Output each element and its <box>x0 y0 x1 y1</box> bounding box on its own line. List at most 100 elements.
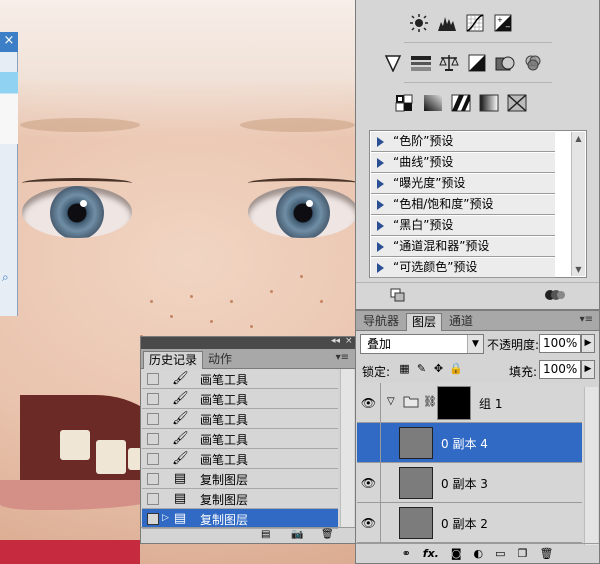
fill-slider-toggle[interactable]: ▶ <box>581 360 595 379</box>
trash-icon[interactable]: 🗑 <box>321 529 334 540</box>
history-item-selected[interactable]: ▷ ▤ 复制图层 <box>142 509 338 529</box>
clip-to-layer-icon[interactable] <box>390 288 406 305</box>
expand-arrow-icon[interactable] <box>377 158 384 168</box>
layer-group-row[interactable]: 👁 ▽ ⛓ 组 1 <box>357 383 582 423</box>
layer-style-icon[interactable]: fx. <box>423 547 439 560</box>
lock-image-icon[interactable]: ✎ <box>415 362 428 375</box>
close-icon[interactable]: × <box>345 336 353 346</box>
posterize-icon[interactable] <box>422 92 444 114</box>
adjustment-layer-icon[interactable]: ◐ <box>474 547 484 560</box>
snapshot-checkbox[interactable] <box>147 433 159 445</box>
chevron-down-icon[interactable]: ▼ <box>467 335 483 353</box>
history-titlebar[interactable]: ◂◂ × <box>141 336 355 349</box>
blend-mode-select[interactable]: 叠加 ▼ <box>360 334 484 354</box>
history-tab-bar: 历史记录 动作 ▾≡ <box>141 349 355 369</box>
lock-all-icon[interactable]: 🔒 <box>449 362 463 375</box>
history-item[interactable]: 🖌 画笔工具 <box>142 369 338 389</box>
photo-filter-icon[interactable] <box>494 52 516 74</box>
tab-navigator[interactable]: 导航器 <box>358 313 404 331</box>
tab-history[interactable]: 历史记录 <box>143 351 204 369</box>
layer-row-selected[interactable]: 0 副本 4 <box>357 423 582 463</box>
layer-row[interactable]: 👁 0 副本 3 <box>357 463 582 503</box>
history-item[interactable]: 🖌 画笔工具 <box>142 409 338 429</box>
snapshot-checkbox[interactable] <box>147 493 159 505</box>
collapse-icon[interactable]: ◂◂ <box>331 336 340 346</box>
freckle <box>230 300 233 303</box>
expand-arrow-icon[interactable] <box>377 179 384 189</box>
new-group-icon[interactable]: ▭ <box>495 547 505 560</box>
link-layers-icon[interactable]: ⚭ <box>402 547 411 560</box>
opacity-input[interactable]: 100% <box>539 334 581 353</box>
camera-icon[interactable]: 📷 <box>291 529 303 540</box>
snapshot-checkbox[interactable] <box>147 413 159 425</box>
expand-arrow-icon[interactable] <box>377 221 384 231</box>
gradient-map-icon[interactable] <box>478 92 500 114</box>
visibility-eye-icon[interactable]: 👁 <box>357 463 381 503</box>
panel-menu-icon[interactable]: ▾≡ <box>580 314 593 325</box>
collapse-group-icon[interactable]: ▽ <box>387 396 395 407</box>
presets-scrollbar[interactable]: ▲ ▼ <box>571 132 585 276</box>
scroll-down-icon[interactable]: ▼ <box>572 263 585 276</box>
close-icon[interactable]: × <box>0 32 18 52</box>
black-white-icon[interactable] <box>466 52 488 74</box>
tab-layers[interactable]: 图层 <box>406 313 443 331</box>
layer-row[interactable]: 👁 0 副本 2 <box>357 503 582 543</box>
expand-arrow-icon[interactable] <box>377 200 384 210</box>
color-balance-icon[interactable] <box>438 52 460 74</box>
snapshot-checkbox[interactable] <box>147 513 159 525</box>
history-item[interactable]: 🖌 画笔工具 <box>142 429 338 449</box>
history-item[interactable]: ▤ 复制图层 <box>142 469 338 489</box>
invert-icon[interactable] <box>394 92 416 114</box>
tab-channels[interactable]: 通道 <box>444 313 478 331</box>
preset-item-levels[interactable]: “色阶”预设 <box>371 132 555 152</box>
levels-icon[interactable] <box>436 12 458 34</box>
preset-item-black-white[interactable]: “黑白”预设 <box>371 216 555 236</box>
lock-transparency-icon[interactable]: ▦ <box>398 362 411 375</box>
preset-item-exposure[interactable]: “曝光度”预设 <box>371 174 555 194</box>
scroll-up-icon[interactable]: ▲ <box>572 132 585 145</box>
history-item[interactable]: 🖌 画笔工具 <box>142 449 338 469</box>
search-icon[interactable]: ⌕ <box>2 270 9 285</box>
visibility-eye-icon[interactable] <box>357 423 381 463</box>
add-mask-icon[interactable]: ◙ <box>451 547 462 560</box>
hue-saturation-icon[interactable] <box>410 52 432 74</box>
selective-color-icon[interactable] <box>506 92 528 114</box>
snapshot-checkbox[interactable] <box>147 453 159 465</box>
history-item[interactable]: ▤ 复制图层 <box>142 489 338 509</box>
view-previous-state-icon[interactable] <box>544 288 566 305</box>
preset-item-hue-saturation[interactable]: “色相/饱和度”预设 <box>371 195 555 215</box>
trash-icon[interactable]: 🗑 <box>539 547 553 560</box>
visibility-eye-icon[interactable]: 👁 <box>357 503 381 543</box>
expand-arrow-icon[interactable] <box>377 242 384 252</box>
group-mask-thumbnail[interactable] <box>437 386 471 420</box>
new-document-from-state-icon[interactable]: ▤ <box>261 529 270 540</box>
threshold-icon[interactable] <box>450 92 472 114</box>
tab-actions[interactable]: 动作 <box>203 351 237 369</box>
snapshot-checkbox[interactable] <box>147 473 159 485</box>
expand-arrow-icon[interactable] <box>377 263 384 273</box>
layers-scrollbar[interactable] <box>584 387 598 545</box>
history-item[interactable]: 🖌 画笔工具 <box>142 389 338 409</box>
brightness-icon[interactable] <box>408 12 430 34</box>
freckle <box>250 325 253 328</box>
panel-menu-icon[interactable]: ▾≡ <box>336 352 349 363</box>
brush-icon: 🖌 <box>172 391 189 406</box>
vibrance-icon[interactable] <box>382 52 404 74</box>
lock-position-icon[interactable]: ✥ <box>432 362 445 375</box>
opacity-slider-toggle[interactable]: ▶ <box>581 334 595 353</box>
new-layer-icon[interactable]: ❐ <box>518 547 528 560</box>
preset-item-curves[interactable]: “曲线”预设 <box>371 153 555 173</box>
preset-item-channel-mixer[interactable]: “通道混和器”预设 <box>371 237 555 257</box>
chain-link-icon[interactable]: ⛓ <box>423 395 437 408</box>
fill-input[interactable]: 100% <box>539 360 581 379</box>
exposure-icon[interactable]: + − <box>492 12 514 34</box>
tooth <box>60 430 90 460</box>
snapshot-checkbox[interactable] <box>147 373 159 385</box>
visibility-eye-icon[interactable]: 👁 <box>357 383 381 423</box>
channel-mixer-icon[interactable] <box>522 52 544 74</box>
curves-icon[interactable] <box>464 12 486 34</box>
expand-arrow-icon[interactable] <box>377 137 384 147</box>
snapshot-checkbox[interactable] <box>147 393 159 405</box>
preset-item-selective-color[interactable]: “可选颜色”预设 <box>371 258 555 278</box>
history-scrollbar[interactable] <box>340 369 354 527</box>
